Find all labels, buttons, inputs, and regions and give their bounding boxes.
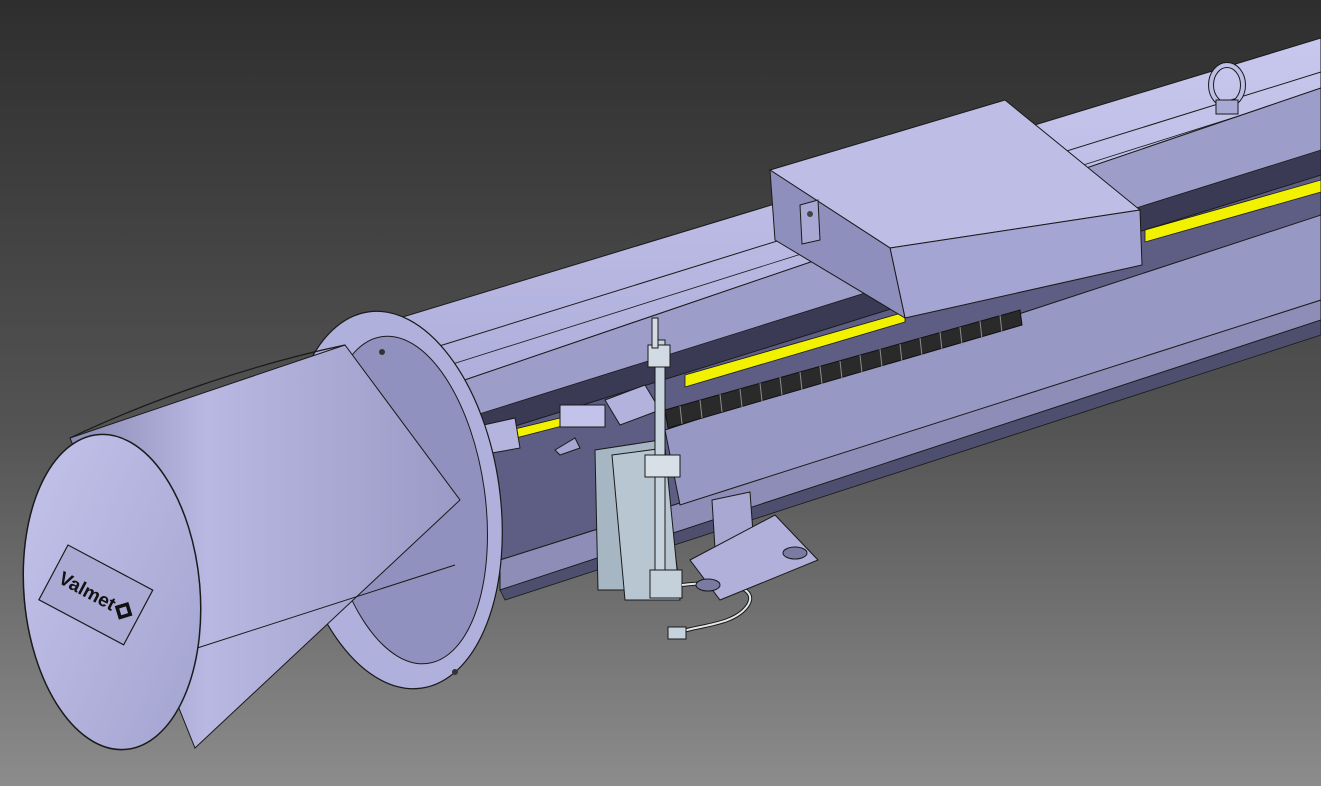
foot-slot [695,578,721,592]
rod-clamp [644,454,681,478]
rod-coupling [647,344,671,368]
cable-connector [667,626,687,640]
cover-bolt-hole [807,211,813,217]
foot-slot [782,546,808,560]
cylinder-fitting [559,404,606,428]
cover-mount-tab [799,199,821,245]
cad-viewport[interactable]: Valmet [0,0,1321,786]
rod-end-block [649,569,683,599]
rod-tip [651,317,659,349]
cad-scene: Valmet [0,0,1321,786]
